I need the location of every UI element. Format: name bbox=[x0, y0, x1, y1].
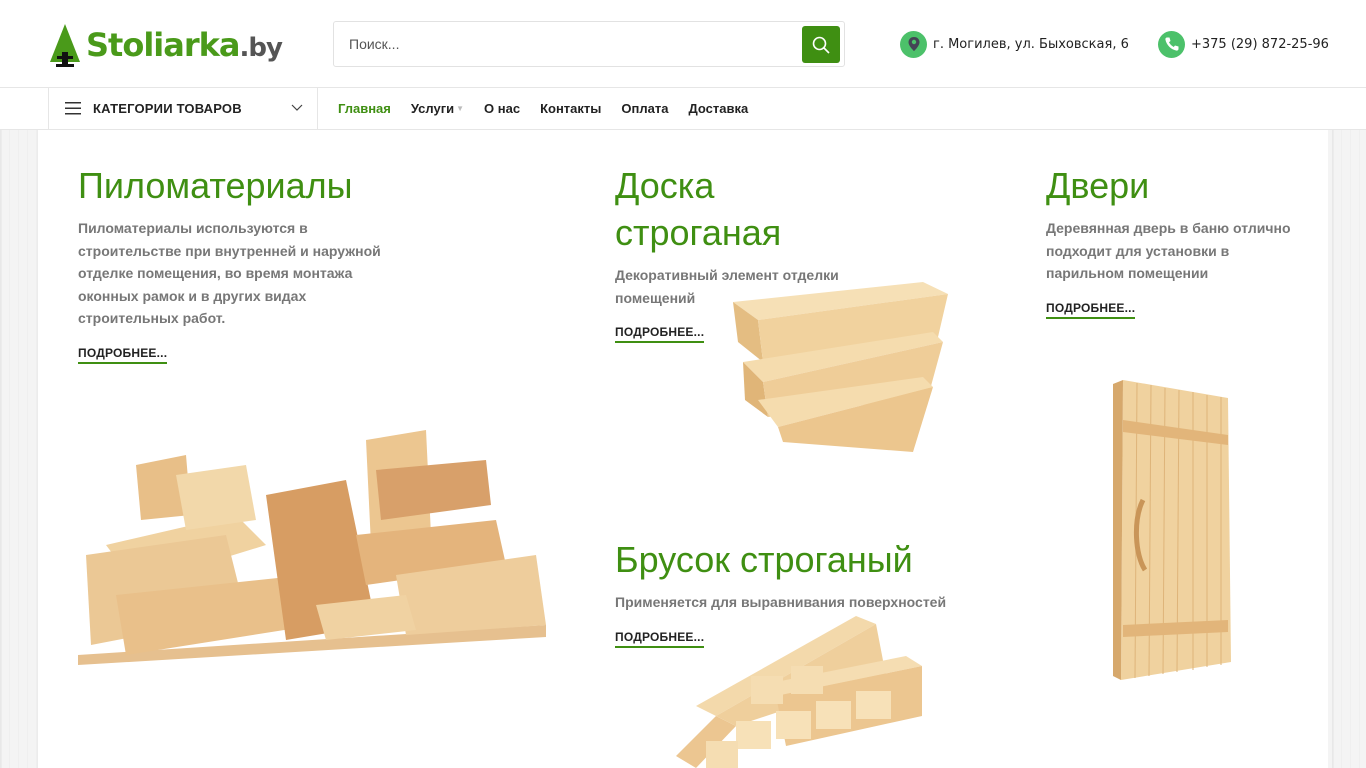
site-header: Stoliarka.by г. Могилев, ул. Быховская, … bbox=[0, 0, 1366, 88]
logo-tree-icon bbox=[50, 24, 80, 67]
category-title[interactable]: Двери bbox=[1046, 162, 1306, 209]
more-link[interactable]: ПОДРОБНЕЕ... bbox=[1046, 301, 1136, 319]
hamburger-icon bbox=[65, 102, 81, 115]
search-input[interactable] bbox=[334, 22, 794, 66]
nav-item-services[interactable]: Услуги ▼ bbox=[411, 101, 464, 116]
search-box bbox=[333, 21, 845, 67]
lumber-image[interactable] bbox=[76, 425, 546, 665]
more-link[interactable]: ПОДРОБНЕЕ... bbox=[78, 346, 168, 364]
planed-bar-image[interactable] bbox=[676, 616, 922, 768]
address-block: г. Могилев, ул. Быховская, 6 bbox=[900, 30, 1129, 58]
category-showcase: Пиломатериалы Пиломатериалы используются… bbox=[38, 130, 1328, 768]
logo-text: Stoliarka.by bbox=[86, 26, 283, 64]
category-description: Пиломатериалы используются в строительст… bbox=[78, 220, 381, 326]
search-icon bbox=[812, 36, 830, 54]
nav-item-delivery[interactable]: Доставка bbox=[688, 101, 748, 116]
phone-icon bbox=[1158, 30, 1185, 58]
search-button[interactable] bbox=[802, 26, 840, 63]
category-title[interactable]: Брусок строганый bbox=[615, 536, 995, 583]
location-pin-icon bbox=[900, 30, 927, 58]
nav-item-payment[interactable]: Оплата bbox=[621, 101, 668, 116]
planed-board-image[interactable] bbox=[733, 282, 951, 454]
category-description: Применяется для выравнивания поверхносте… bbox=[615, 594, 947, 610]
phone-block[interactable]: +375 (29) 872-25-96 bbox=[1158, 30, 1329, 58]
category-title[interactable]: Доска строганая bbox=[615, 162, 935, 256]
categories-label: КАТЕГОРИИ ТОВАРОВ bbox=[93, 101, 242, 116]
category-description: Деревянная дверь в баню отлично подходит… bbox=[1046, 220, 1291, 281]
submenu-caret-icon: ▼ bbox=[456, 103, 465, 113]
main-navigation: КАТЕГОРИИ ТОВАРОВ Главная Услуги ▼ О нас … bbox=[0, 87, 1366, 130]
menu-items: Главная Услуги ▼ О нас Контакты Оплата До… bbox=[338, 88, 768, 128]
nav-item-about[interactable]: О нас bbox=[484, 101, 520, 116]
categories-dropdown[interactable]: КАТЕГОРИИ ТОВАРОВ bbox=[48, 87, 318, 129]
category-title[interactable]: Пиломатериалы bbox=[78, 162, 408, 209]
address-text: г. Могилев, ул. Быховская, 6 bbox=[933, 36, 1129, 52]
door-image[interactable] bbox=[1113, 380, 1233, 685]
nav-item-contacts[interactable]: Контакты bbox=[540, 101, 601, 116]
nav-item-home[interactable]: Главная bbox=[338, 101, 391, 116]
chevron-down-icon bbox=[291, 104, 303, 111]
phone-text: +375 (29) 872-25-96 bbox=[1191, 36, 1329, 52]
category-lumber: Пиломатериалы Пиломатериалы используются… bbox=[78, 162, 408, 364]
site-logo[interactable]: Stoliarka.by bbox=[48, 20, 283, 68]
more-link[interactable]: ПОДРОБНЕЕ... bbox=[615, 325, 705, 343]
category-doors: Двери Деревянная дверь в баню отлично по… bbox=[1046, 162, 1306, 319]
